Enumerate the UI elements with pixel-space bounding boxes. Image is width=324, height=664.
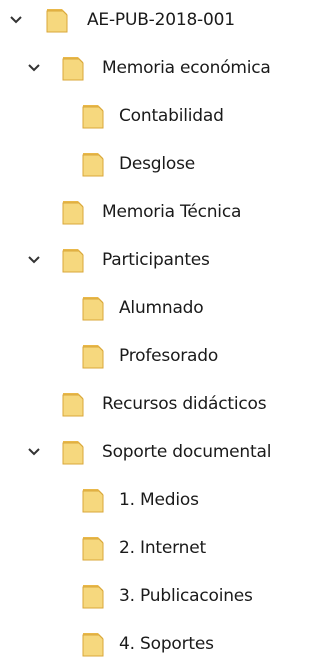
tree-item-label: 3. Publicacoines xyxy=(119,586,253,606)
folder-icon xyxy=(82,535,104,561)
tree-item-label: Profesorado xyxy=(119,346,219,366)
tree-item-3-publicacoines[interactable]: 3. Publicacoines xyxy=(0,576,300,616)
tree-item-label: Recursos didácticos xyxy=(102,394,267,414)
chevron-down-icon[interactable] xyxy=(8,12,24,28)
tree-item-label: 1. Medios xyxy=(119,490,199,510)
folder-tree: AE-PUB-2018-001 Memoria económica Contab… xyxy=(0,0,324,664)
tree-item-memoria-economica[interactable]: Memoria económica xyxy=(0,48,324,88)
folder-icon xyxy=(82,343,104,369)
tree-item-ae-pub-2018-001[interactable]: AE-PUB-2018-001 xyxy=(0,0,300,40)
chevron-down-icon[interactable] xyxy=(26,444,42,460)
tree-item-alumnado[interactable]: Alumnado xyxy=(0,288,300,328)
tree-item-label: 2. Internet xyxy=(119,538,206,558)
tree-item-memoria-tecnica[interactable]: Memoria Técnica xyxy=(0,192,300,232)
tree-item-contabilidad[interactable]: Contabilidad xyxy=(0,96,300,136)
tree-item-2-internet[interactable]: 2. Internet xyxy=(0,528,300,568)
tree-item-label: Memoria Técnica xyxy=(102,202,242,222)
folder-icon xyxy=(46,7,68,33)
folder-icon xyxy=(62,391,84,417)
tree-item-desglose[interactable]: Desglose xyxy=(0,144,300,184)
tree-item-label: AE-PUB-2018-001 xyxy=(87,10,235,30)
folder-icon xyxy=(62,199,84,225)
tree-item-label: Soporte documental xyxy=(102,442,272,462)
folder-icon xyxy=(62,55,84,81)
chevron-down-icon[interactable] xyxy=(26,60,42,76)
folder-icon xyxy=(62,439,84,465)
tree-item-participantes[interactable]: Participantes xyxy=(0,240,300,280)
tree-item-label: 4. Soportes xyxy=(119,634,214,654)
folder-icon xyxy=(82,583,104,609)
tree-item-label: Participantes xyxy=(102,250,210,270)
tree-item-1-medios[interactable]: 1. Medios xyxy=(0,480,300,520)
chevron-down-icon[interactable] xyxy=(26,252,42,268)
tree-item-profesorado[interactable]: Profesorado xyxy=(0,336,300,376)
folder-icon xyxy=(82,151,104,177)
folder-icon xyxy=(82,487,104,513)
tree-item-label: Desglose xyxy=(119,154,196,174)
tree-item-4-soportes[interactable]: 4. Soportes xyxy=(0,624,300,664)
folder-icon xyxy=(82,103,104,129)
tree-item-label: Contabilidad xyxy=(119,106,224,126)
tree-item-label: Alumnado xyxy=(119,298,204,318)
tree-item-soporte-documental[interactable]: Soporte documental xyxy=(0,432,324,472)
tree-item-label: Memoria económica xyxy=(102,58,271,78)
folder-icon xyxy=(82,295,104,321)
tree-item-recursos-didacticos[interactable]: Recursos didácticos xyxy=(0,384,324,424)
folder-icon xyxy=(82,631,104,657)
folder-icon xyxy=(62,247,84,273)
